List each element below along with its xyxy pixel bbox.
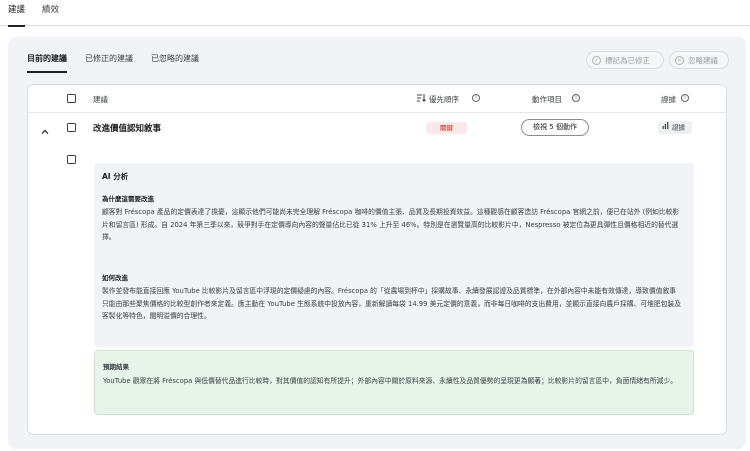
bar-chart-icon [662,121,669,134]
chevron-up-icon[interactable] [40,122,50,141]
evidence-button-label: 證據 [672,123,685,132]
expected-text: YouTube 觀眾在將 Fréscopa 與低價替代品進行比較時，對其價值的認… [103,377,678,385]
expected-heading: 預期結果 [103,363,129,371]
suggestion-title: 改進價值認知敘事 [93,124,162,134]
tab-performance[interactable]: 績效 [42,4,59,26]
column-actions: 動作項目 [532,95,562,104]
how-heading: 如何改進 [102,274,128,282]
suggestions-table: 建議 優先順序 i 動作項目 i 證據 i 改進價值認知敘事 關鍵 檢視 5 個… [27,84,727,435]
row-checkbox[interactable] [67,123,76,132]
evidence-button[interactable]: 證據 [658,121,692,134]
top-tab-bar: 建議 績效 [0,0,750,27]
view-actions-button[interactable]: 檢視 5 個動作 [521,119,589,136]
why-heading: 為什麼這需要改進 [102,195,154,203]
analysis-title: AI 分析 [102,172,129,181]
subtab-fixed[interactable]: 已修正的建議 [85,53,133,73]
priority-info-icon[interactable]: i [472,93,480,102]
subtab-ignored[interactable]: 已忽略的建議 [151,53,199,73]
why-text: 顧客對 Fréscopa 產品的定價表達了擔憂，這顯示他們可能尚未完全理解 Fr… [102,208,680,241]
expected-result-panel: 預期結果 YouTube 觀眾在將 Fréscopa 與低價替代品進行比較時，對… [94,350,694,415]
column-priority[interactable]: 優先順序 [429,94,459,105]
column-suggestion: 建議 [93,95,108,104]
select-all-checkbox[interactable] [67,94,76,103]
how-text: 製作並發布能直接回應 YouTube 比較影片及留言區中浮現的定價疑慮的內容。F… [102,287,682,320]
suggestions-container: 目前的建議 已修正的建議 已忽略的建議 ✓ 標記為已修正 × 忽略建議 建議 優… [8,37,746,449]
ignore-button[interactable]: × 忽略建議 [669,51,729,69]
priority-badge: 關鍵 [426,122,467,134]
analysis-checkbox[interactable] [67,155,76,164]
check-circle-icon: ✓ [592,55,601,65]
ignore-label: 忽略建議 [688,55,718,65]
column-evidence: 證據 [661,95,676,104]
mark-fixed-label: 標記為已修正 [605,55,650,65]
evidence-info-icon[interactable]: i [681,93,689,102]
subtab-current[interactable]: 目前的建議 [27,53,67,73]
mark-fixed-button[interactable]: ✓ 標記為已修正 [586,51,664,69]
tab-suggestions[interactable]: 建議 [8,4,26,27]
table-header: 建議 優先順序 i 動作項目 i 證據 i [28,85,726,113]
close-circle-icon: × [675,55,684,65]
ai-analysis-panel: AI 分析 為什麼這需要改進 顧客對 Fréscopa 產品的定價表達了擔憂，這… [94,163,694,347]
table-row: 改進價值認知敘事 關鍵 檢視 5 個動作 證據 [28,113,726,142]
sort-icon[interactable] [416,93,426,105]
actions-info-icon[interactable]: i [572,93,580,102]
